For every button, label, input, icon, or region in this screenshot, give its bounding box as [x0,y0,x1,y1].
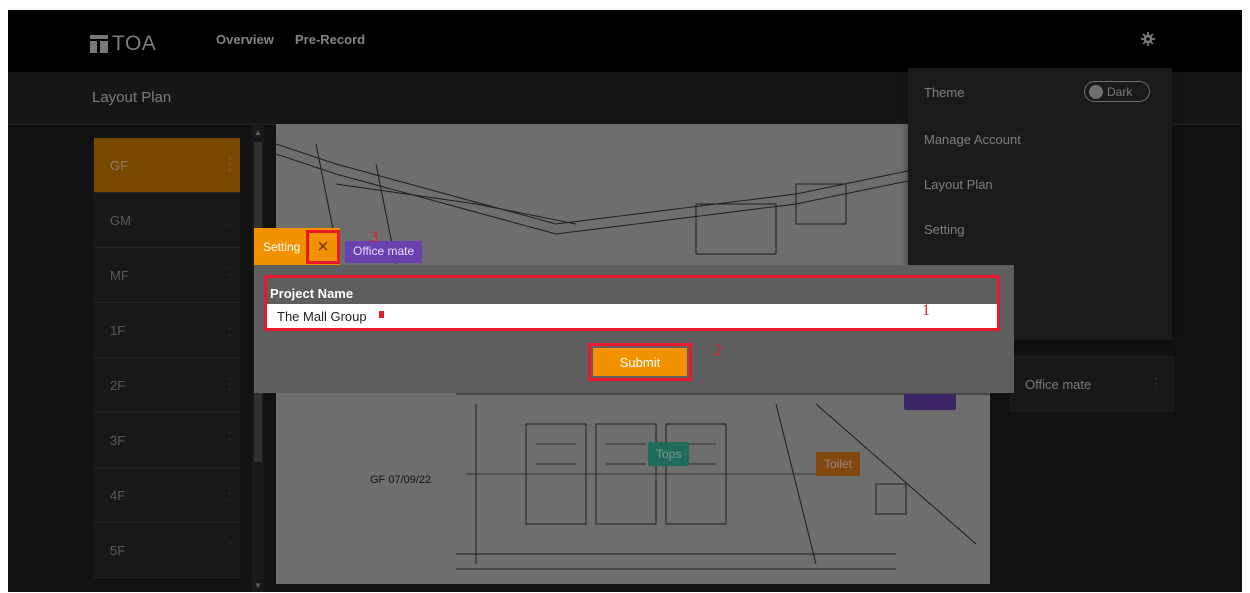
text-cursor-marker [379,311,384,318]
annotation-1: 1 [922,302,930,319]
project-name-field-group: Project Name [264,275,1000,331]
office-mate-chip[interactable]: Office mate [345,241,423,263]
setting-dialog: Project Name Submit [254,265,1014,393]
submit-button[interactable]: Submit [593,348,687,376]
setting-dialog-tab: Setting × [254,228,340,265]
project-name-input[interactable] [267,304,997,328]
app-window: TOA Overview Pre-Record Layout Plan GF ·… [8,10,1242,592]
project-name-label: Project Name [270,286,354,301]
dialog-tab-label: Setting [263,240,301,254]
annotation-2: 2 [714,342,722,359]
close-icon[interactable]: × [306,230,340,264]
annotation-3: 3 [370,229,378,246]
submit-highlight: Submit [588,343,692,381]
